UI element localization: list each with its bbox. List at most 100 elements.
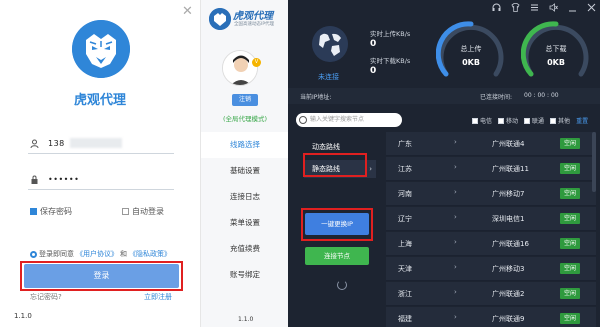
list-item[interactable]: 河南 › 广州移动7 空闲 <box>386 182 596 206</box>
total-upload-value: 0KB <box>462 58 480 67</box>
agree-radio[interactable] <box>30 250 37 258</box>
list-item[interactable]: 浙江 › 广州联通2 空闲 <box>386 282 596 306</box>
refresh-icon[interactable] <box>337 280 347 290</box>
filter-label: 其他 <box>558 118 571 125</box>
close-icon[interactable]: ✕ <box>182 4 193 19</box>
total-download-gauge: 总下载 0KB <box>520 20 591 82</box>
sidebar-item-recharge[interactable]: 充值续费 <box>201 236 289 262</box>
privacy-policy-link[interactable]: 《隐私政策》 <box>129 249 171 259</box>
node-list: 广东 › 广州联通4 空闲 江苏 › 广州联通11 空闲 河南 › 广州移动7 … <box>386 132 600 327</box>
proxy-mode-label: (全局代理模式) <box>222 115 268 123</box>
login-version: 1.1.0 <box>14 312 32 320</box>
node-name: 广州移动3 <box>492 265 525 273</box>
globe-icon[interactable] <box>312 26 348 62</box>
node-list-scrollbar[interactable] <box>592 132 596 192</box>
menu-icon[interactable] <box>530 3 539 15</box>
status-badge: 空闲 <box>560 188 580 199</box>
node-name: 广州移动7 <box>492 190 525 198</box>
status-badge: 空闲 <box>560 163 580 174</box>
list-item[interactable]: 上海 › 广州联通16 空闲 <box>386 232 596 256</box>
password-field[interactable]: •••••• <box>28 172 174 190</box>
list-item[interactable]: 广东 › 广州联通4 空闲 <box>386 132 596 156</box>
province: 江苏 <box>398 165 412 173</box>
chevron-right-icon: › <box>454 213 457 221</box>
status-badge: 空闲 <box>560 238 580 249</box>
sidebar-version: 1.1.0 <box>238 316 254 323</box>
filter-label: 联通 <box>532 118 545 125</box>
route-label: 动态路线 <box>312 143 340 151</box>
sidebar-item-account-binding[interactable]: 账号绑定 <box>201 262 289 288</box>
chevron-right-icon: › <box>454 238 457 246</box>
chevron-right-icon: › <box>369 165 372 173</box>
status-badge: 空闲 <box>560 263 580 274</box>
chevron-right-icon: › <box>454 163 457 171</box>
download-rate-value: 0 <box>370 66 377 76</box>
forgot-password-link[interactable]: 忘记密码? <box>30 292 62 302</box>
login-window: ✕ 虎观代理 138 •••••• 保存密码 自动登录 登录即同意 《用户协议》… <box>0 0 200 327</box>
autologin-label: 自动登录 <box>132 207 164 216</box>
lock-icon <box>30 175 39 184</box>
tiger-logo-icon <box>72 20 130 78</box>
sidebar-item-menu-settings[interactable]: 菜单设置 <box>201 210 289 236</box>
sidebar-item-connection-log[interactable]: 连接日志 <box>201 184 289 210</box>
mute-icon[interactable] <box>549 3 558 15</box>
list-item[interactable]: 江苏 › 广州联通11 空闲 <box>386 157 596 181</box>
checkbox-checked-icon <box>30 208 37 215</box>
ip-status-bar: 当前IP地址: 已连接时间: 00 : 00 : 00 <box>288 88 600 104</box>
app-name: 虎观代理 <box>73 93 126 108</box>
connect-node-button[interactable]: 连接节点 <box>305 247 369 265</box>
remember-password-checkbox[interactable]: 保存密码 <box>30 206 72 217</box>
province: 辽宁 <box>398 215 412 223</box>
chevron-right-icon: › <box>454 288 457 296</box>
status-badge: 空闲 <box>560 213 580 224</box>
switch-ip-highlight-box <box>301 208 373 241</box>
agree-prefix: 登录即同意 <box>39 250 74 258</box>
search-placeholder: 输入关键字搜索节点 <box>310 116 365 123</box>
user-agreement-link[interactable]: 《用户协议》 <box>76 249 118 259</box>
remember-label: 保存密码 <box>40 207 72 216</box>
elapsed-value: 00 : 00 : 00 <box>524 92 559 99</box>
node-name: 广州联通16 <box>492 240 529 248</box>
list-item[interactable]: 天津 › 广州移动3 空闲 <box>386 257 596 281</box>
node-name: 深圳电信1 <box>492 215 525 223</box>
close-window-icon[interactable] <box>587 3 596 15</box>
upload-rate-label: 实时上传KB/s <box>370 30 411 38</box>
brand-subtitle: 全国高速动态IP代理 <box>234 22 275 27</box>
filter-unicom[interactable]: 联通 <box>524 116 544 125</box>
phone-field[interactable]: 138 <box>28 136 174 154</box>
current-ip-label: 当前IP地址: <box>300 94 332 101</box>
chevron-right-icon: › <box>454 313 457 321</box>
province: 河南 <box>398 190 412 198</box>
agree-and: 和 <box>120 250 127 258</box>
window-controls <box>492 3 596 15</box>
sidebar-item-basic-settings[interactable]: 基础设置 <box>201 158 289 184</box>
filter-telecom[interactable]: 电信 <box>472 116 492 125</box>
reset-link[interactable]: 重置 <box>576 116 588 125</box>
headset-icon[interactable] <box>492 3 501 15</box>
filter-other[interactable]: 其他 <box>550 116 570 125</box>
filter-mobile[interactable]: 移动 <box>498 116 518 125</box>
node-name: 广州联通2 <box>492 290 525 298</box>
connection-status: 未连接 <box>318 73 339 81</box>
shirt-icon[interactable] <box>511 3 520 15</box>
logout-button[interactable]: 注销 <box>232 94 258 106</box>
total-download-value: 0KB <box>547 58 565 67</box>
sidebar: 虎观代理 全国高速动态IP代理 V 注销 (全局代理模式) 线路选择 基础设置 … <box>200 0 289 327</box>
download-rate-label: 实时下载KB/s <box>370 57 411 65</box>
sidebar-item-route-select[interactable]: 线路选择 <box>201 132 289 158</box>
node-name: 广州联通9 <box>492 315 525 323</box>
filter-label: 移动 <box>506 118 519 125</box>
list-item[interactable]: 辽宁 › 深圳电信1 空闲 <box>386 207 596 231</box>
sidebar-nav: 线路选择 基础设置 连接日志 菜单设置 充值续费 账号绑定 <box>201 132 289 288</box>
chevron-right-icon: › <box>454 188 457 196</box>
province: 天津 <box>398 265 412 273</box>
isp-filters: 电信 移动 联通 其他 重置 <box>472 116 588 125</box>
list-item[interactable]: 福建 › 广州联通9 空闲 <box>386 307 596 327</box>
node-search-input[interactable]: 输入关键字搜索节点 <box>296 113 402 127</box>
register-link[interactable]: 立即注册 <box>144 292 172 302</box>
auto-login-checkbox[interactable]: 自动登录 <box>122 206 164 217</box>
minimize-icon[interactable] <box>568 3 577 15</box>
avatar[interactable] <box>222 50 258 86</box>
status-badge: 空闲 <box>560 288 580 299</box>
checkbox-unchecked-icon <box>550 117 557 124</box>
